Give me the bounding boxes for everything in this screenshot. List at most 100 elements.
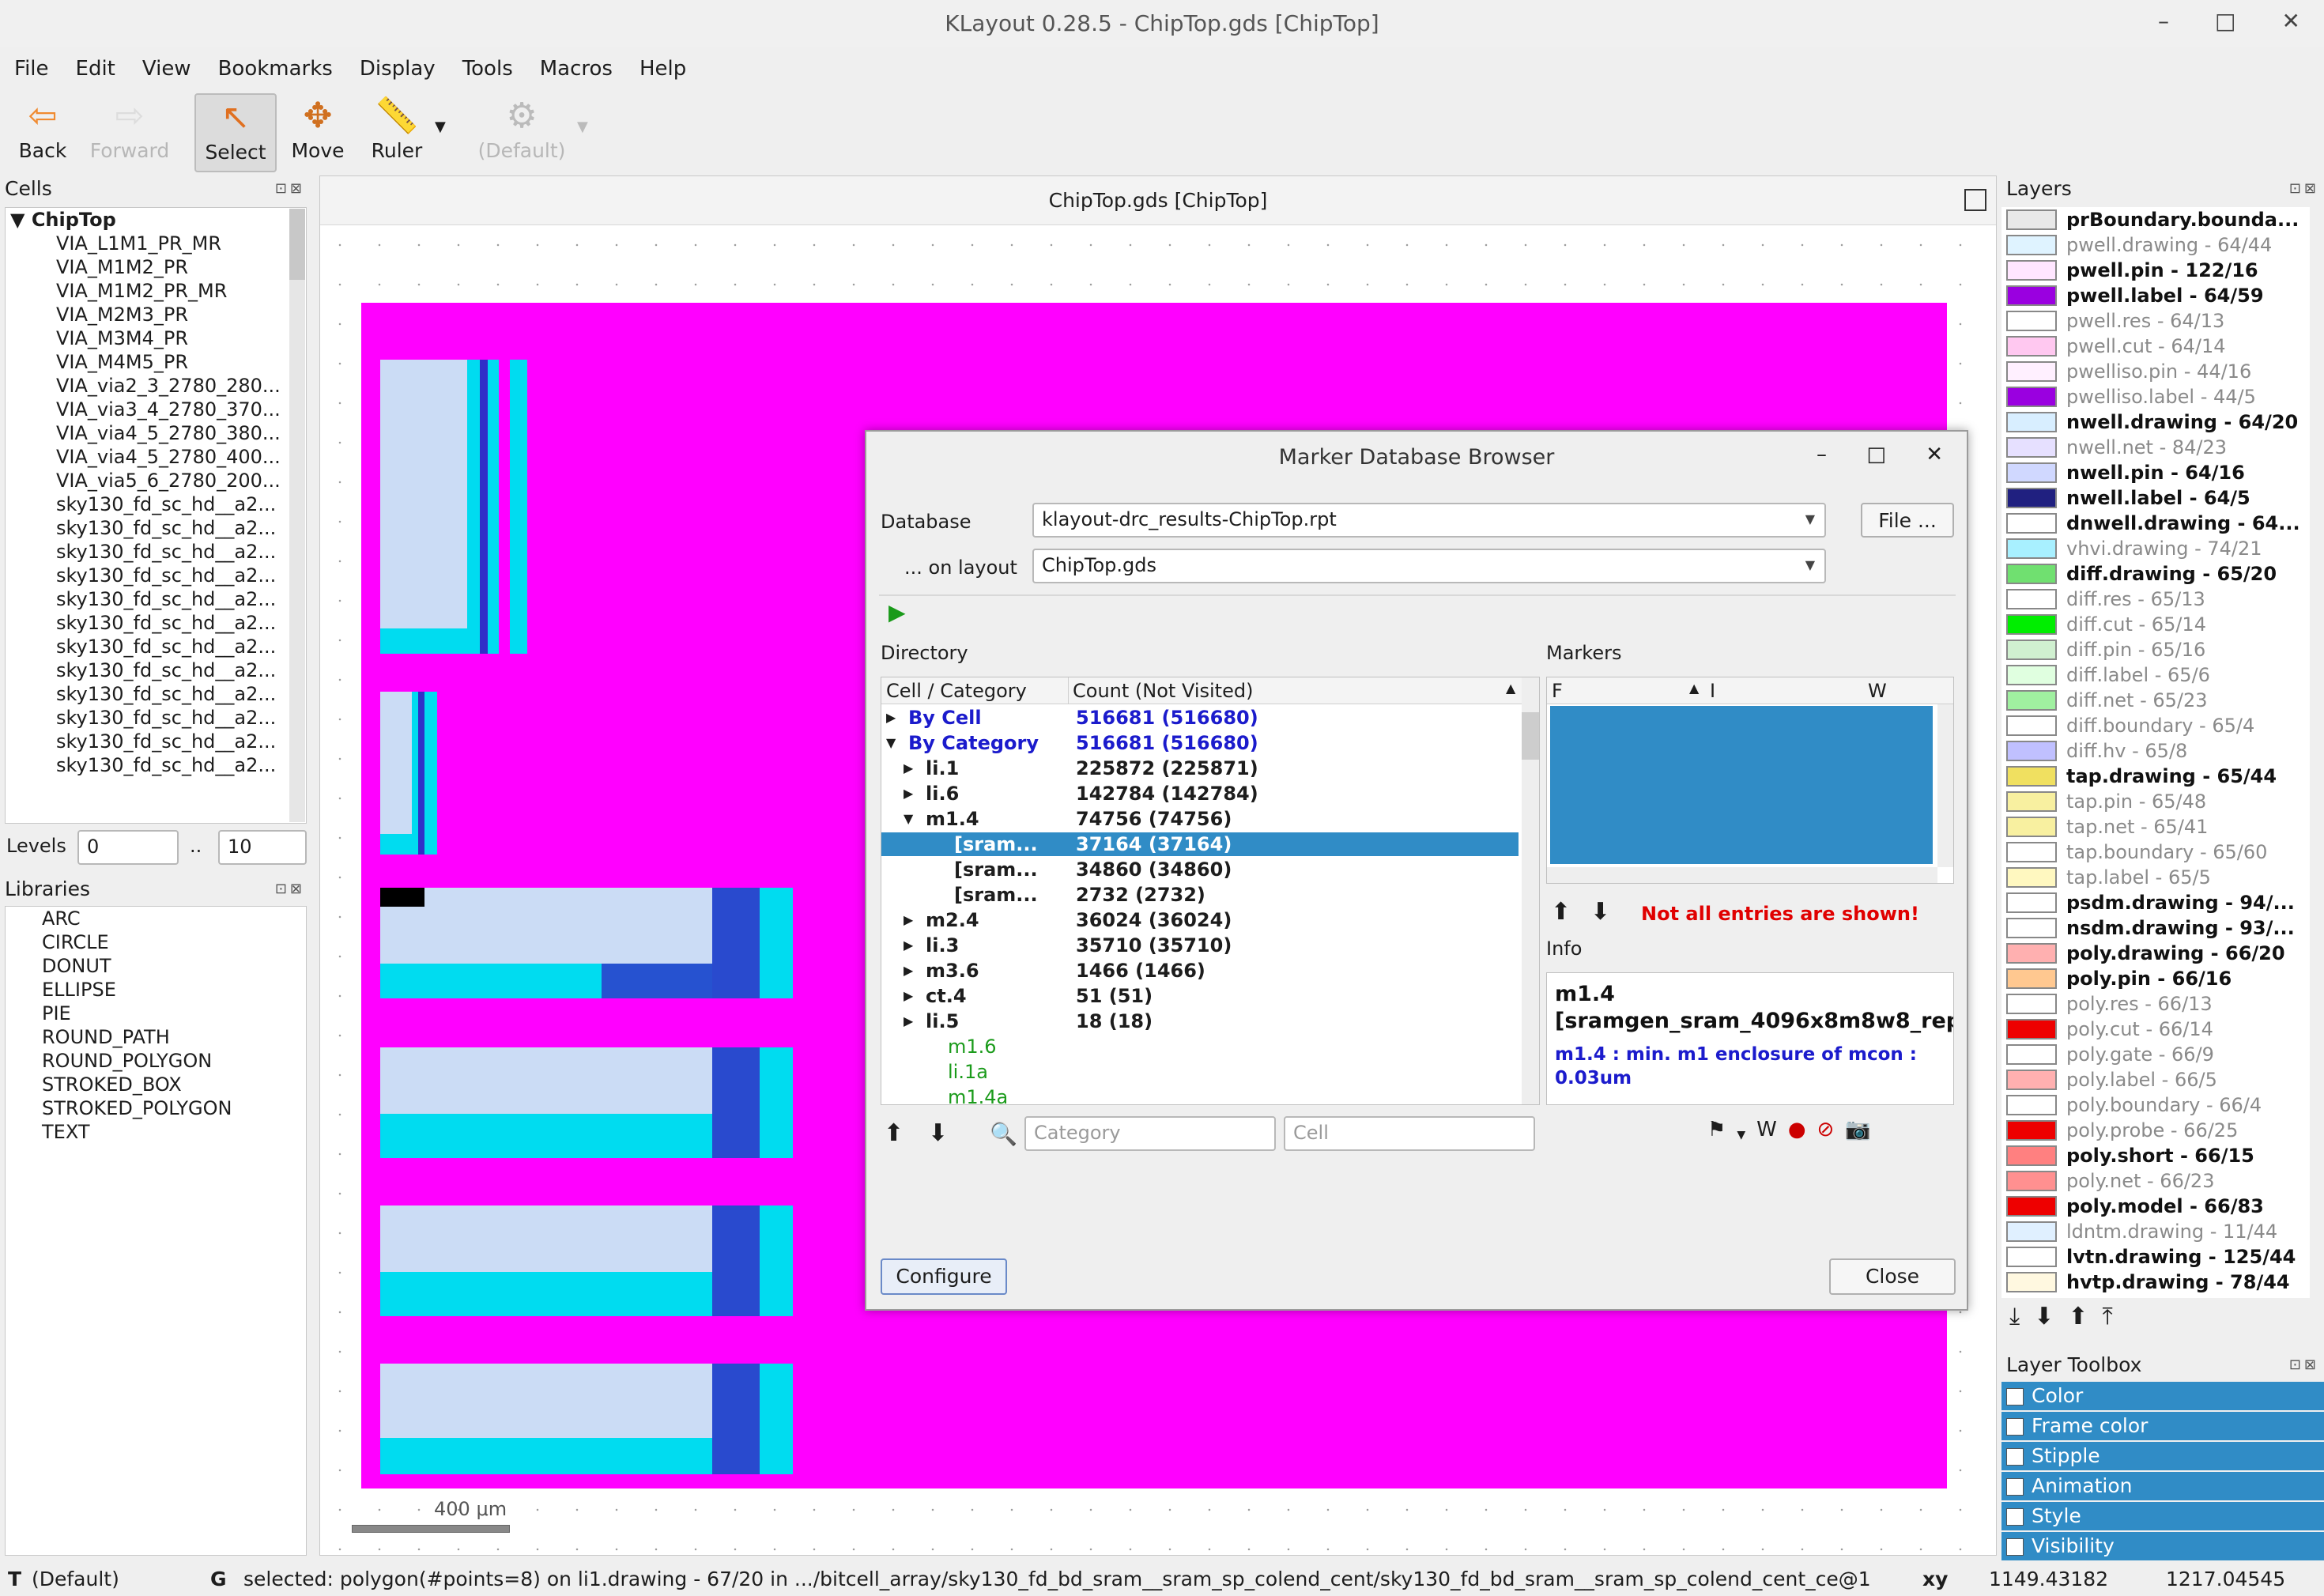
markers-hscroll[interactable] [1547,867,1937,883]
cell-item[interactable]: VIA_via4_5_2780_380... [6,421,306,445]
layout-select[interactable]: ChipTop.gds [1032,549,1826,583]
expander-icon[interactable]: ▶ [886,706,896,730]
layer-swatch[interactable] [2006,1070,2057,1090]
layer-row[interactable]: vhvi.drawing - 74/21 [2001,536,2310,561]
menu-view[interactable]: View [142,52,191,85]
col-category[interactable]: Cell / Category [886,679,1027,703]
layer-swatch[interactable] [2006,943,2057,964]
layer-row[interactable]: pwelliso.pin - 44/16 [2001,359,2310,384]
layer-swatch[interactable] [2006,412,2057,432]
cell-item[interactable]: VIA_M3M4_PR [6,326,306,350]
layer-swatch[interactable] [2006,209,2057,230]
cell-tree-scrollbar[interactable] [289,209,305,822]
cell-item[interactable]: VIA_via3_4_2780_370... [6,398,306,421]
cell-item[interactable]: VIA_via2_3_2780_280... [6,374,306,398]
layer-swatch[interactable] [2006,968,2057,989]
directory-row[interactable]: [sram... 2732 (2732) [881,883,1519,907]
layer-row[interactable]: nwell.pin - 64/16 [2001,460,2310,485]
layer-row[interactable]: tap.label - 65/5 [2001,865,2310,890]
layer-swatch[interactable] [2006,640,2057,660]
sram-macro[interactable] [380,1364,793,1474]
library-item[interactable]: ARC [6,907,306,930]
toolbox-item[interactable]: Stipple [2001,1442,2324,1470]
scroll-thumb[interactable] [289,209,305,280]
layer-swatch[interactable] [2006,665,2057,685]
directory-row[interactable]: ▶ li.5 18 (18) [881,1009,1519,1033]
remove-snapshot-icon[interactable]: ⊘ [1817,1118,1835,1153]
minimize-icon[interactable]: – [2158,8,2169,40]
menu-edit[interactable]: Edit [76,52,115,85]
sram-macro[interactable] [380,360,527,654]
layer-row[interactable]: tap.pin - 65/48 [2001,789,2310,814]
dialog-close-icon[interactable]: ✕ [1926,443,1943,466]
layer-row[interactable]: poly.model - 66/83 [2001,1194,2310,1219]
menu-file[interactable]: File [14,52,49,85]
sram-macro[interactable] [380,1047,793,1158]
sram-macro[interactable] [380,1205,793,1316]
directory-row[interactable]: [sram... 34860 (34860) [881,858,1519,881]
col-count[interactable]: Count (Not Visited) [1073,679,1253,703]
move-layer-up-icon[interactable]: ⬆ [2068,1303,2088,1342]
layer-row[interactable]: poly.cut - 66/14 [2001,1017,2310,1042]
toolbox-item[interactable]: Visibility [2001,1532,2324,1560]
move-button[interactable]: ✥ Move [278,93,357,172]
layer-row[interactable]: psdm.drawing - 94/... [2001,890,2310,915]
library-item[interactable]: STROKED_BOX [6,1073,306,1096]
markers-col-f[interactable]: F [1552,679,1563,703]
toolbox-dock-icons[interactable]: ⊡⊠ [2289,1356,2319,1373]
layer-swatch[interactable] [2006,437,2057,458]
layer-row[interactable]: tap.net - 65/41 [2001,814,2310,840]
cell-item[interactable]: sky130_fd_sc_hd__a2... [6,516,306,540]
layer-swatch[interactable] [2006,766,2057,787]
cell-item[interactable]: sky130_fd_sc_hd__a2... [6,564,306,587]
layer-swatch[interactable] [2006,1145,2057,1166]
cell-item[interactable]: VIA_M2M3_PR [6,303,306,326]
layer-swatch[interactable] [2006,488,2057,508]
run-play-icon[interactable]: ▶ [888,599,906,625]
layer-swatch[interactable] [2006,387,2057,407]
layer-swatch[interactable] [2006,842,2057,862]
libraries-dock-icons[interactable]: ⊡⊠ [275,881,305,897]
layer-row[interactable]: tap.boundary - 65/60 [2001,840,2310,865]
flag-icon[interactable]: ⚑ [1707,1118,1726,1153]
layer-swatch[interactable] [2006,1044,2057,1065]
directory-row[interactable]: ▶ m3.6 1466 (1466) [881,959,1519,983]
layer-row[interactable]: nwell.drawing - 64/20 [2001,409,2310,435]
directory-row[interactable]: ▼ m1.4 74756 (74756) [881,807,1519,831]
layer-swatch[interactable] [2006,918,2057,938]
cell-item[interactable]: sky130_fd_sc_hd__a2... [6,753,306,777]
directory-row[interactable]: ▶ li.3 35710 (35710) [881,934,1519,957]
layer-swatch[interactable] [2006,1120,2057,1141]
layer-swatch[interactable] [2006,715,2057,736]
library-item[interactable]: ELLIPSE [6,978,306,1002]
layer-swatch[interactable] [2006,741,2057,761]
database-select[interactable]: klayout-drc_results-ChipTop.rpt [1032,503,1826,538]
cell-item[interactable]: sky130_fd_sc_hd__a2... [6,706,306,730]
close-icon[interactable]: ✕ [2282,8,2300,40]
directory-row[interactable]: [sram... 37164 (37164) [881,832,1519,856]
directory-row[interactable]: ▼ By Category 516681 (516680) [881,731,1519,755]
library-item[interactable]: STROKED_POLYGON [6,1096,306,1120]
toolbox-item[interactable]: Style [2001,1502,2324,1530]
layer-row[interactable]: nwell.label - 64/5 [2001,485,2310,511]
layer-row[interactable]: pwell.cut - 64/14 [2001,334,2310,359]
menu-tools[interactable]: Tools [462,52,513,85]
sram-macro[interactable] [380,888,793,998]
select-button[interactable]: ↖ Select [194,93,277,172]
expander-icon[interactable]: ▼ [886,731,896,755]
levels-to-input[interactable]: 10 [218,830,307,865]
maximize-view-icon[interactable] [1964,189,1986,211]
layer-swatch[interactable] [2006,260,2057,281]
layer-row[interactable]: poly.boundary - 66/4 [2001,1092,2310,1118]
layer-row[interactable]: diff.net - 65/23 [2001,688,2310,713]
back-button[interactable]: ⇦ Back [3,93,82,172]
layer-list[interactable]: prBoundary.bounda... pwell.drawing - 64/4… [2001,207,2310,1298]
marker-down-icon[interactable]: ⬇ [1590,898,1610,926]
library-item[interactable]: ROUND_POLYGON [6,1049,306,1073]
snapshot-icon[interactable]: 📷 [1845,1118,1870,1153]
directory-tree[interactable]: Cell / Category Count (Not Visited) ▲ ▶ B… [881,677,1540,1105]
layer-swatch[interactable] [2006,336,2057,357]
layer-swatch[interactable] [2006,994,2057,1014]
configure-button[interactable]: Configure [881,1258,1007,1295]
layer-swatch[interactable] [2006,690,2057,711]
